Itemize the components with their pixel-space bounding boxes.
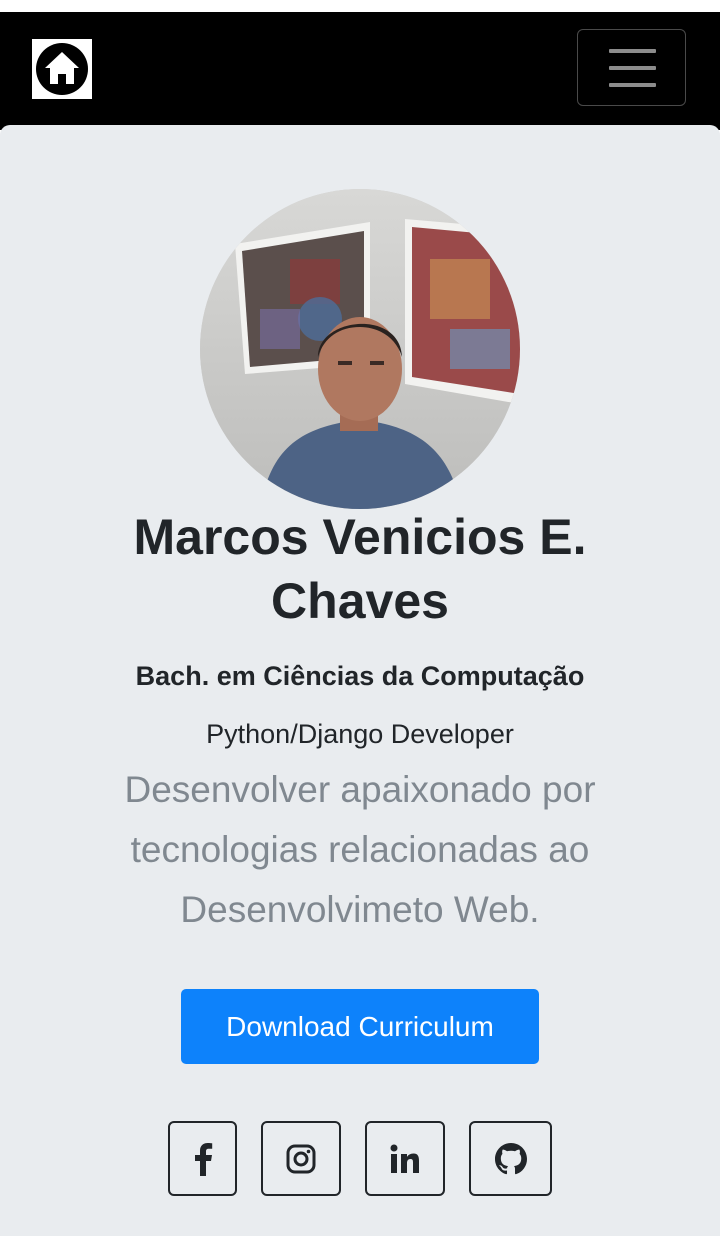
- instagram-icon: [286, 1144, 316, 1173]
- profile-card: Marcos Venicios E. Chaves Bach. em Ciênc…: [0, 125, 720, 1236]
- profile-photo: [200, 189, 520, 509]
- profile-role: Python/Django Developer: [206, 719, 514, 749]
- linkedin-icon: [390, 1144, 419, 1173]
- menu-toggle-button[interactable]: [577, 29, 686, 106]
- instagram-link[interactable]: [261, 1121, 341, 1196]
- github-link[interactable]: [469, 1121, 552, 1196]
- status-strip: [0, 0, 720, 12]
- home-icon: [36, 43, 88, 95]
- home-link[interactable]: [32, 39, 92, 99]
- facebook-link[interactable]: [168, 1121, 237, 1196]
- download-curriculum-button[interactable]: Download Curriculum: [181, 989, 539, 1064]
- profile-name: Marcos Venicios E. Chaves: [133, 509, 587, 629]
- profile-degree: Bach. em Ciências da Computação: [135, 661, 585, 691]
- profile-description: Desenvolver apaixonado por tecnologias r…: [124, 769, 596, 930]
- navbar: [0, 12, 720, 130]
- github-icon: [494, 1142, 527, 1174]
- linkedin-link[interactable]: [365, 1121, 445, 1196]
- facebook-icon: [194, 1142, 212, 1176]
